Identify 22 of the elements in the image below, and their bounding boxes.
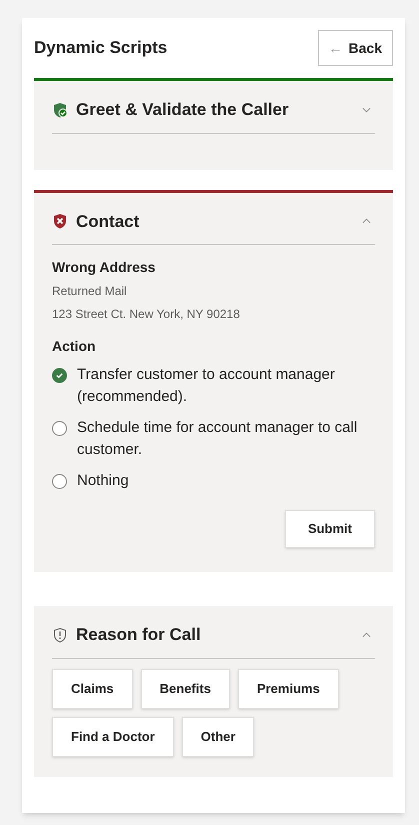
options-label: Action [52,337,97,356]
choice-button[interactable]: Other [182,716,254,756]
issue-detail: Returned Mail [52,283,128,300]
choice-button[interactable]: Claims [52,668,133,708]
section-header[interactable]: Reason for Call [52,612,375,658]
option-label[interactable]: Transfer customer to account manager (recommended). [77,364,367,408]
section-header[interactable]: Contact [52,198,375,245]
section-header[interactable]: Greet & Validate the Caller [52,87,375,134]
submit-button[interactable]: Submit [284,510,375,548]
choice-button[interactable]: Premiums [238,668,339,708]
option-label[interactable]: Schedule time for account manager to call customer. [77,417,367,461]
page-title: Dynamic Scripts [34,37,168,60]
radio-checked[interactable] [52,368,67,383]
radio-button[interactable] [52,474,67,489]
issue-title: Wrong Address [52,258,156,277]
radio-button[interactable] [52,421,67,436]
back-button[interactable]: ← Back [318,30,393,66]
address-text: 123 Street Ct. New York, NY 90218 [52,306,241,323]
choice-button[interactable]: Find a Doctor [52,716,174,756]
choice-button[interactable]: Benefits [140,668,230,708]
check-icon [55,371,64,380]
option-label[interactable]: Nothing [77,470,129,492]
